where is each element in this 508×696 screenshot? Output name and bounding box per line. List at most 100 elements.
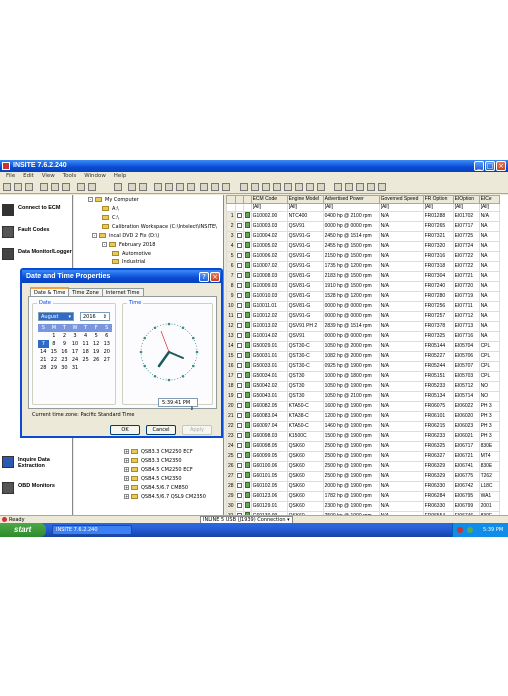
row-checkbox[interactable] bbox=[234, 291, 244, 303]
row-checkbox[interactable] bbox=[234, 311, 244, 323]
calendar-day[interactable]: 19 bbox=[91, 348, 102, 356]
table-row[interactable]: 26 G60100.06 QSK60 2500 hp @ 1900 rpm N/A FR0… bbox=[226, 461, 500, 473]
table-row[interactable]: 8 G10009.03 QSV81-G 1910 hp @ 1500 rpm N/A FR… bbox=[226, 281, 500, 293]
calendar-day[interactable]: 22 bbox=[49, 356, 60, 364]
row-checkbox[interactable] bbox=[234, 331, 244, 343]
table-row[interactable]: 11 G10012.02 QSV91-G 0000 hp @ 0000 rpm N/A F… bbox=[226, 311, 500, 323]
row-checkbox[interactable] bbox=[234, 281, 244, 293]
stop-icon[interactable] bbox=[284, 183, 292, 191]
calendar-day[interactable]: 2 bbox=[59, 332, 70, 340]
table-row[interactable]: 22 G60097.04 KTA50-C 1460 hp @ 1900 rpm N/A F… bbox=[226, 421, 500, 433]
report-icon[interactable] bbox=[176, 183, 184, 191]
table-row[interactable]: 5 G10006.02 QSV91-G 2150 hp @ 1500 rpm N/A FR… bbox=[226, 251, 500, 263]
calendar-day[interactable]: 25 bbox=[80, 356, 91, 364]
tree-node-qsb33-cm2350[interactable]: + QSB3.3 CM2350 bbox=[124, 458, 182, 465]
row-checkbox[interactable] bbox=[234, 231, 244, 243]
calendar-day[interactable]: 14 bbox=[38, 348, 49, 356]
calendar-day[interactable]: 10 bbox=[70, 340, 81, 348]
calendar-day[interactable]: 11 bbox=[80, 340, 91, 348]
calendar-day[interactable]: 15 bbox=[49, 348, 60, 356]
year-spinner[interactable]: 2016 ⇕ bbox=[80, 312, 110, 321]
ok-button[interactable]: OK bbox=[110, 425, 140, 435]
row-checkbox[interactable] bbox=[234, 401, 244, 413]
filter-cell[interactable]: [All] bbox=[378, 203, 424, 213]
tree-node-a-drive[interactable]: A:\ bbox=[102, 206, 119, 213]
tree-node-qsb45-67-qsl9[interactable]: + QSB4.5/6.7 QSL9 CM2350 bbox=[124, 494, 206, 501]
row-checkbox[interactable] bbox=[234, 431, 244, 443]
row-checkbox[interactable] bbox=[234, 471, 244, 483]
table-row[interactable]: 17 G50034.01 QST30 1000 hp @ 1800 rpm N/A FR0… bbox=[226, 371, 500, 383]
menu-help[interactable]: Help bbox=[114, 172, 127, 181]
table-icon[interactable] bbox=[367, 183, 375, 191]
calendar-day[interactable]: 6 bbox=[101, 332, 112, 340]
cancel-button[interactable]: Cancel bbox=[146, 425, 176, 435]
table-row[interactable]: 12 G10013.02 QSV91 PH 2 2839 hp @ 1514 rpm N… bbox=[226, 321, 500, 333]
pause-icon[interactable] bbox=[273, 183, 281, 191]
copy-icon[interactable] bbox=[51, 183, 59, 191]
calendar-day[interactable]: 23 bbox=[59, 356, 70, 364]
calendar-day[interactable]: 17 bbox=[70, 348, 81, 356]
calibration-icon[interactable] bbox=[211, 183, 219, 191]
table-row[interactable]: 7 G10008.03 QSV81-G 2183 hp @ 1500 rpm N/A FR… bbox=[226, 271, 500, 283]
save-icon[interactable] bbox=[25, 183, 33, 191]
row-checkbox[interactable] bbox=[234, 341, 244, 353]
table-row[interactable]: 10 G10011.01 QSV81-G 0000 hp @ 0000 rpm N/A F… bbox=[226, 301, 500, 313]
calendar-day[interactable]: 16 bbox=[59, 348, 70, 356]
tree-node-february-2018[interactable]: - February 2018 bbox=[102, 242, 155, 249]
tree-node-qsb45-cm2350[interactable]: + QSB4.5 CM2350 bbox=[124, 476, 182, 483]
row-checkbox[interactable] bbox=[234, 391, 244, 403]
calendar-day[interactable]: 28 bbox=[38, 364, 49, 372]
mark-icon[interactable] bbox=[334, 183, 342, 191]
paste-icon[interactable] bbox=[62, 183, 70, 191]
calendar-day[interactable]: 4 bbox=[80, 332, 91, 340]
tree-node-incal-dvd[interactable]: - incal DVD 2 Fix (D:\) bbox=[92, 233, 159, 240]
calendar-day[interactable]: 27 bbox=[101, 356, 112, 364]
row-checkbox[interactable] bbox=[234, 411, 244, 423]
grid-header-fr-option[interactable]: FR Option bbox=[422, 195, 454, 205]
row-checkbox[interactable] bbox=[234, 501, 244, 513]
filter-cell[interactable]: [All] bbox=[286, 203, 324, 213]
tree-node-my-computer[interactable]: - My Computer bbox=[88, 197, 139, 204]
table-row[interactable]: 1 G10002.00 NTC400 0400 hp @ 2100 rpm N/A FR0… bbox=[226, 211, 500, 223]
calendar-day[interactable]: 5 bbox=[91, 332, 102, 340]
zoom-icon[interactable] bbox=[345, 183, 353, 191]
calendar-day[interactable]: 3 bbox=[70, 332, 81, 340]
tree-node-industrial[interactable]: Industrial bbox=[112, 259, 145, 266]
menu-tools[interactable]: Tools bbox=[63, 172, 77, 181]
table-row[interactable]: 9 G10010.03 QSV81-G 1528 hp @ 1200 rpm N/A FR… bbox=[226, 291, 500, 303]
grid-header-ei-option[interactable]: EIOption bbox=[452, 195, 480, 205]
dialog-help-button[interactable]: ? bbox=[199, 272, 209, 282]
table-row[interactable]: 3 G10004.02 QSV91-G 2450 hp @ 1514 rpm N/A FR… bbox=[226, 231, 500, 243]
table-row[interactable]: 21 G60083.04 KTA38-C 1200 hp @ 1900 rpm N/A F… bbox=[226, 411, 500, 423]
play-back-icon[interactable] bbox=[251, 183, 259, 191]
import-icon[interactable] bbox=[165, 183, 173, 191]
tree-node-qsb45-67-cm850[interactable]: + QSB4.5/6.7 CM850 bbox=[124, 485, 188, 492]
new-icon[interactable] bbox=[3, 183, 11, 191]
nav-data-monitor-logger[interactable]: Data Monitor/Logger bbox=[1, 245, 72, 269]
row-checkbox[interactable] bbox=[234, 491, 244, 503]
settings-icon[interactable] bbox=[187, 183, 195, 191]
export-icon[interactable] bbox=[154, 183, 162, 191]
table-row[interactable]: 14 G50029.01 QST30-C 1050 hp @ 2000 rpm N/A F… bbox=[226, 341, 500, 353]
taskbar-app-insite[interactable]: INSITE 7.6.2.240 bbox=[52, 525, 132, 535]
maximize-button[interactable]: □ bbox=[485, 161, 495, 171]
calendar-day[interactable]: 26 bbox=[91, 356, 102, 364]
calendar-day[interactable]: 13 bbox=[101, 340, 112, 348]
tree-node-qsb45-cm2250[interactable]: + QSB4.5 CM2250 ECF bbox=[124, 467, 193, 474]
grid-header-eice[interactable]: EICe bbox=[478, 195, 500, 205]
record-icon[interactable] bbox=[295, 183, 303, 191]
row-checkbox[interactable] bbox=[234, 381, 244, 393]
calendar-day[interactable]: 7 bbox=[38, 340, 49, 348]
time-spinner[interactable]: 5:39:41 PM ⇕ bbox=[158, 398, 198, 412]
menu-window[interactable]: Window bbox=[84, 172, 106, 181]
filter-cell[interactable]: [All] bbox=[478, 203, 500, 213]
grid-header-governed-speed[interactable]: Governed Speed bbox=[378, 195, 424, 205]
table-row[interactable]: 30 G60129.01 QSK60 2300 hp @ 1900 rpm N/A FR0… bbox=[226, 501, 500, 513]
table-row[interactable]: 27 G60101.05 QSK60 2500 hp @ 1900 rpm N/A FR0… bbox=[226, 471, 500, 483]
menu-edit[interactable]: Edit bbox=[23, 172, 34, 181]
calendar-day[interactable]: 21 bbox=[38, 356, 49, 364]
row-checkbox[interactable] bbox=[234, 241, 244, 253]
row-checkbox[interactable] bbox=[234, 461, 244, 473]
filter-cell[interactable]: [All] bbox=[322, 203, 380, 213]
row-checkbox[interactable] bbox=[234, 261, 244, 273]
